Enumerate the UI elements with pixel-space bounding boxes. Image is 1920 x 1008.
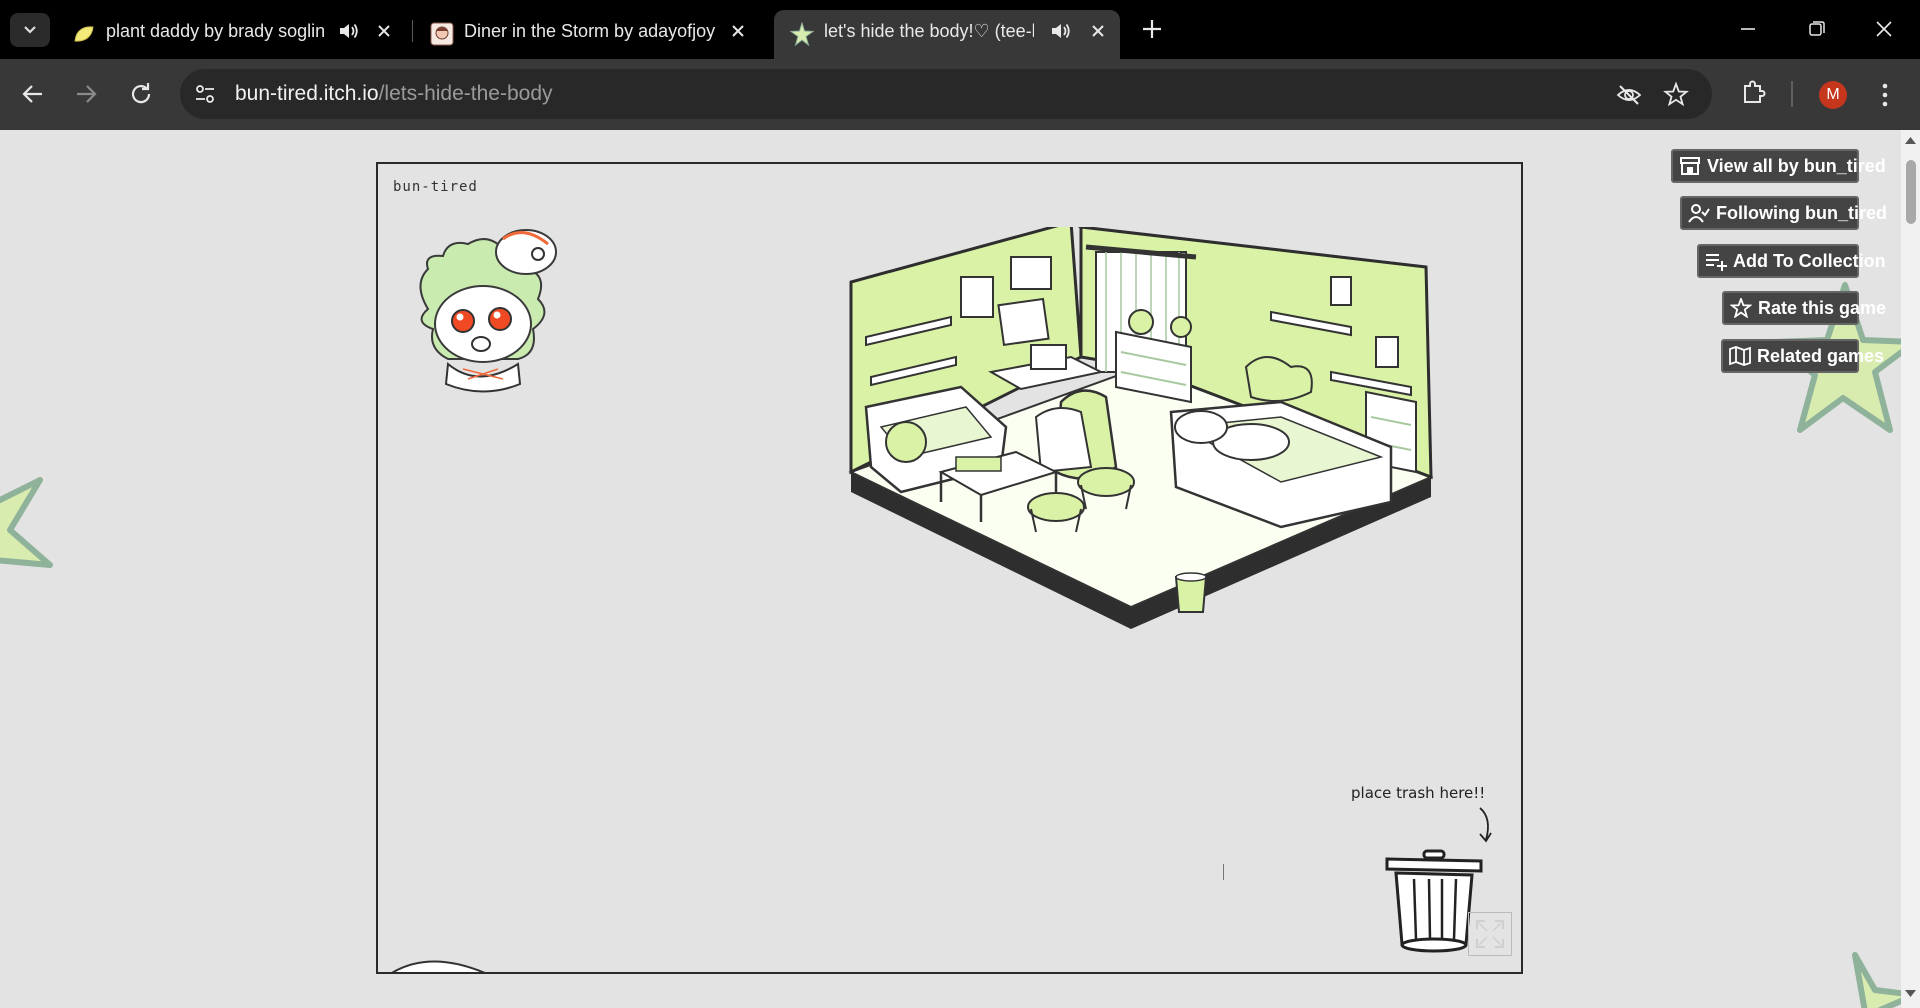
map-icon bbox=[1729, 346, 1751, 366]
tab-diner-in-the-storm[interactable]: Diner in the Storm by adayofjoy bbox=[414, 10, 770, 59]
minimize-icon[interactable] bbox=[1728, 14, 1768, 44]
scroll-down-arrow-icon[interactable] bbox=[1905, 990, 1916, 998]
storefront-icon bbox=[1680, 157, 1700, 175]
eye-slash-icon[interactable] bbox=[1615, 81, 1643, 109]
following-label: Following bun_tired bbox=[1716, 203, 1887, 223]
profile-avatar[interactable]: M bbox=[1819, 81, 1847, 109]
tab-lets-hide-the-body[interactable]: let's hide the body!♡ (tee-hee) bbox=[774, 10, 1120, 59]
speaker-icon[interactable] bbox=[338, 21, 360, 41]
decorative-star-left bbox=[0, 477, 53, 568]
white-blob-shape bbox=[391, 960, 486, 972]
tab-plant-daddy[interactable]: plant daddy by brady soglin bbox=[56, 10, 406, 59]
star-icon bbox=[790, 22, 814, 46]
leaf-icon bbox=[74, 26, 94, 42]
site-info-icon[interactable] bbox=[192, 81, 218, 107]
following-button[interactable]: Following bun_tired bbox=[1680, 196, 1887, 230]
address-bar[interactable]: bun-tired.itch.io/lets-hide-the-body bbox=[180, 69, 1712, 119]
more-menu-icon[interactable] bbox=[1873, 79, 1897, 111]
curved-arrow-icon bbox=[1479, 807, 1492, 843]
close-icon[interactable] bbox=[1086, 19, 1110, 43]
extensions-puzzle-icon[interactable] bbox=[1739, 77, 1769, 107]
close-icon[interactable] bbox=[726, 19, 750, 43]
rate-game-button[interactable]: Rate this game bbox=[1722, 291, 1886, 325]
view-all-label: View all by bun_tired bbox=[1707, 156, 1886, 176]
text-cursor bbox=[1223, 864, 1224, 880]
window-close-icon[interactable] bbox=[1864, 14, 1904, 44]
back-arrow-icon[interactable] bbox=[15, 76, 51, 112]
forward-arrow-icon[interactable] bbox=[68, 76, 104, 112]
star-outline-icon bbox=[1730, 298, 1752, 318]
studio-label: bun-tired bbox=[393, 179, 478, 195]
url-path: /lets-hide-the-body bbox=[378, 82, 553, 105]
page-content: bun-tired place trash here!! View all by… bbox=[0, 130, 1901, 1008]
tab-separator bbox=[412, 20, 413, 42]
chevron-down-icon bbox=[24, 26, 36, 34]
tab-strip: plant daddy by brady soglin Diner in the… bbox=[0, 0, 1920, 59]
bookmark-star-icon[interactable] bbox=[1662, 81, 1690, 109]
add-to-collection-label: Add To Collection bbox=[1733, 251, 1886, 271]
scroll-up-arrow-icon[interactable] bbox=[1905, 136, 1916, 144]
speaker-icon[interactable] bbox=[1050, 21, 1072, 41]
close-icon[interactable] bbox=[372, 19, 396, 43]
add-to-collection-button[interactable]: Add To Collection bbox=[1697, 244, 1886, 278]
browser-toolbar: bun-tired.itch.io/lets-hide-the-body M bbox=[0, 59, 1920, 130]
vertical-scrollbar[interactable] bbox=[1901, 130, 1920, 1008]
mascot-character[interactable] bbox=[408, 214, 578, 394]
tab-search-button[interactable] bbox=[10, 13, 50, 47]
isometric-room[interactable] bbox=[841, 227, 1441, 667]
toolbar-divider bbox=[1791, 81, 1793, 107]
fullscreen-icon[interactable] bbox=[1468, 912, 1512, 956]
scrollbar-thumb[interactable] bbox=[1906, 160, 1916, 224]
restore-icon[interactable] bbox=[1796, 14, 1836, 44]
game-frame[interactable]: bun-tired place trash here!! bbox=[376, 162, 1523, 974]
url-text[interactable]: bun-tired.itch.io/lets-hide-the-body bbox=[235, 69, 553, 119]
user-check-icon bbox=[1688, 204, 1710, 223]
trash-hint-text: place trash here!! bbox=[1351, 784, 1486, 802]
tab-title: plant daddy by brady soglin bbox=[106, 21, 326, 41]
tab-title: Diner in the Storm by adayofjoy bbox=[464, 21, 716, 41]
decorative-star-bottom-right bbox=[1852, 952, 1901, 1008]
rate-game-label: Rate this game bbox=[1758, 298, 1887, 318]
url-host: bun-tired.itch.io bbox=[235, 82, 379, 105]
related-games-label: Related games bbox=[1757, 346, 1885, 366]
playlist-add-icon bbox=[1706, 254, 1727, 271]
diner-portrait-icon bbox=[430, 22, 454, 46]
view-all-button[interactable]: View all by bun_tired bbox=[1671, 149, 1886, 183]
new-tab-icon[interactable] bbox=[1137, 14, 1167, 44]
reload-icon[interactable] bbox=[123, 76, 159, 112]
related-games-button[interactable]: Related games bbox=[1721, 339, 1884, 373]
tab-title: let's hide the body!♡ (tee-hee) bbox=[824, 21, 1034, 41]
